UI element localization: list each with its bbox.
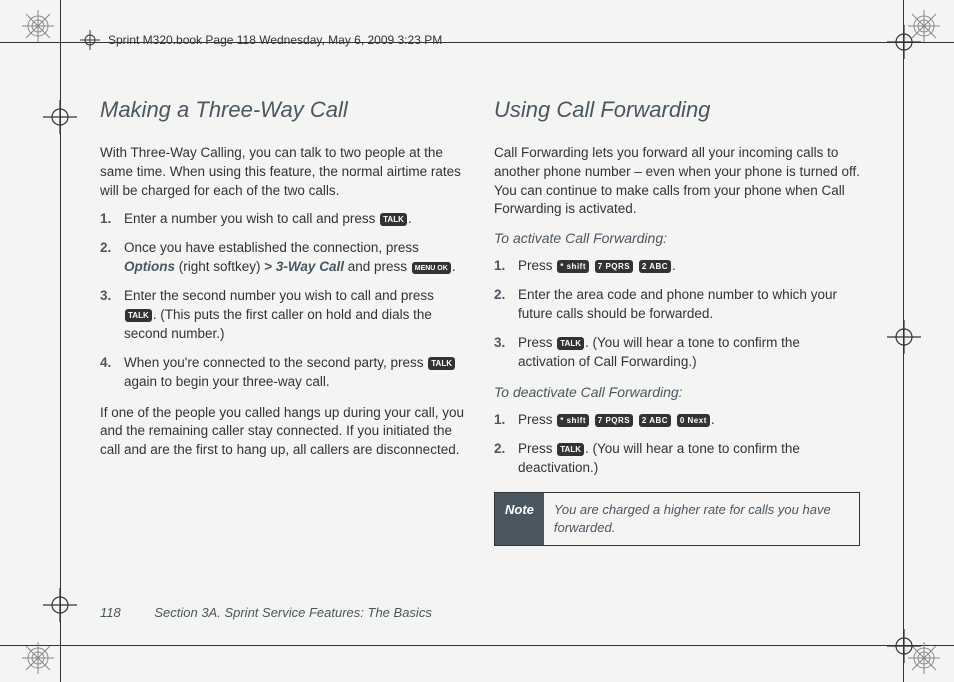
section-heading-call-forwarding: Using Call Forwarding [494, 95, 860, 126]
star-key-icon: * shift [557, 414, 589, 427]
framemaker-header: Sprint M320.book Page 118 Wednesday, May… [80, 30, 442, 50]
seven-key-icon: 7 PQRS [595, 414, 633, 427]
activate-steps: Press * shift 7 PQRS 2 ABC. Enter the ar… [494, 257, 860, 371]
section-heading-three-way: Making a Three-Way Call [100, 95, 466, 126]
step-item: Press * shift 7 PQRS 2 ABC 0 Next. [494, 411, 860, 430]
softkey-label: Options [124, 259, 175, 274]
page-number: 118 [100, 605, 121, 620]
registration-mark-icon [80, 30, 100, 50]
step-item: Press TALK. (You will hear a tone to con… [494, 440, 860, 478]
header-text: Sprint M320.book Page 118 Wednesday, May… [108, 32, 442, 49]
outro-paragraph: If one of the people you called hangs up… [100, 404, 466, 461]
left-column: Making a Three-Way Call With Three-Way C… [100, 95, 466, 546]
note-label: Note [495, 493, 544, 545]
step-item: Enter a number you wish to call and pres… [100, 210, 466, 229]
three-way-steps: Enter a number you wish to call and pres… [100, 210, 466, 391]
intro-paragraph: Call Forwarding lets you forward all you… [494, 144, 860, 220]
crop-line-right [903, 0, 904, 682]
step-item: Press * shift 7 PQRS 2 ABC. [494, 257, 860, 276]
right-column: Using Call Forwarding Call Forwarding le… [494, 95, 860, 546]
note-box: Note You are charged a higher rate for c… [494, 492, 860, 546]
note-text: You are charged a higher rate for calls … [544, 493, 859, 545]
intro-paragraph: With Three-Way Calling, you can talk to … [100, 144, 466, 201]
page-footer: 118 Section 3A. Sprint Service Features:… [100, 604, 432, 622]
two-key-icon: 2 ABC [639, 260, 671, 273]
menu-path: 3-Way Call [272, 259, 344, 274]
menu-ok-key-icon: MENU OK [412, 262, 451, 274]
talk-key-icon: TALK [557, 337, 584, 350]
sunburst-icon [908, 642, 940, 674]
subheading-activate: To activate Call Forwarding: [494, 229, 860, 249]
registration-mark-icon [887, 629, 921, 663]
sunburst-icon [908, 10, 940, 42]
sunburst-icon [22, 10, 54, 42]
step-item: Enter the area code and phone number to … [494, 286, 860, 324]
talk-key-icon: TALK [380, 213, 407, 226]
step-item: When you're connected to the second part… [100, 354, 466, 392]
sunburst-icon [22, 642, 54, 674]
step-item: Press TALK. (You will hear a tone to con… [494, 334, 860, 372]
talk-key-icon: TALK [125, 309, 152, 322]
two-key-icon: 2 ABC [639, 414, 671, 427]
step-item: Once you have established the connection… [100, 239, 466, 277]
page-body: Making a Three-Way Call With Three-Way C… [100, 95, 860, 546]
talk-key-icon: TALK [557, 443, 584, 456]
talk-key-icon: TALK [428, 357, 455, 370]
seven-key-icon: 7 PQRS [595, 260, 633, 273]
subheading-deactivate: To deactivate Call Forwarding: [494, 383, 860, 403]
crop-line-left [60, 0, 61, 682]
section-label: Section 3A. Sprint Service Features: The… [154, 605, 431, 620]
step-item: Enter the second number you wish to call… [100, 287, 466, 344]
registration-mark-icon [887, 320, 921, 354]
crop-line-bottom [0, 645, 954, 646]
star-key-icon: * shift [557, 260, 589, 273]
zero-key-icon: 0 Next [677, 414, 710, 427]
deactivate-steps: Press * shift 7 PQRS 2 ABC 0 Next. Press… [494, 411, 860, 478]
